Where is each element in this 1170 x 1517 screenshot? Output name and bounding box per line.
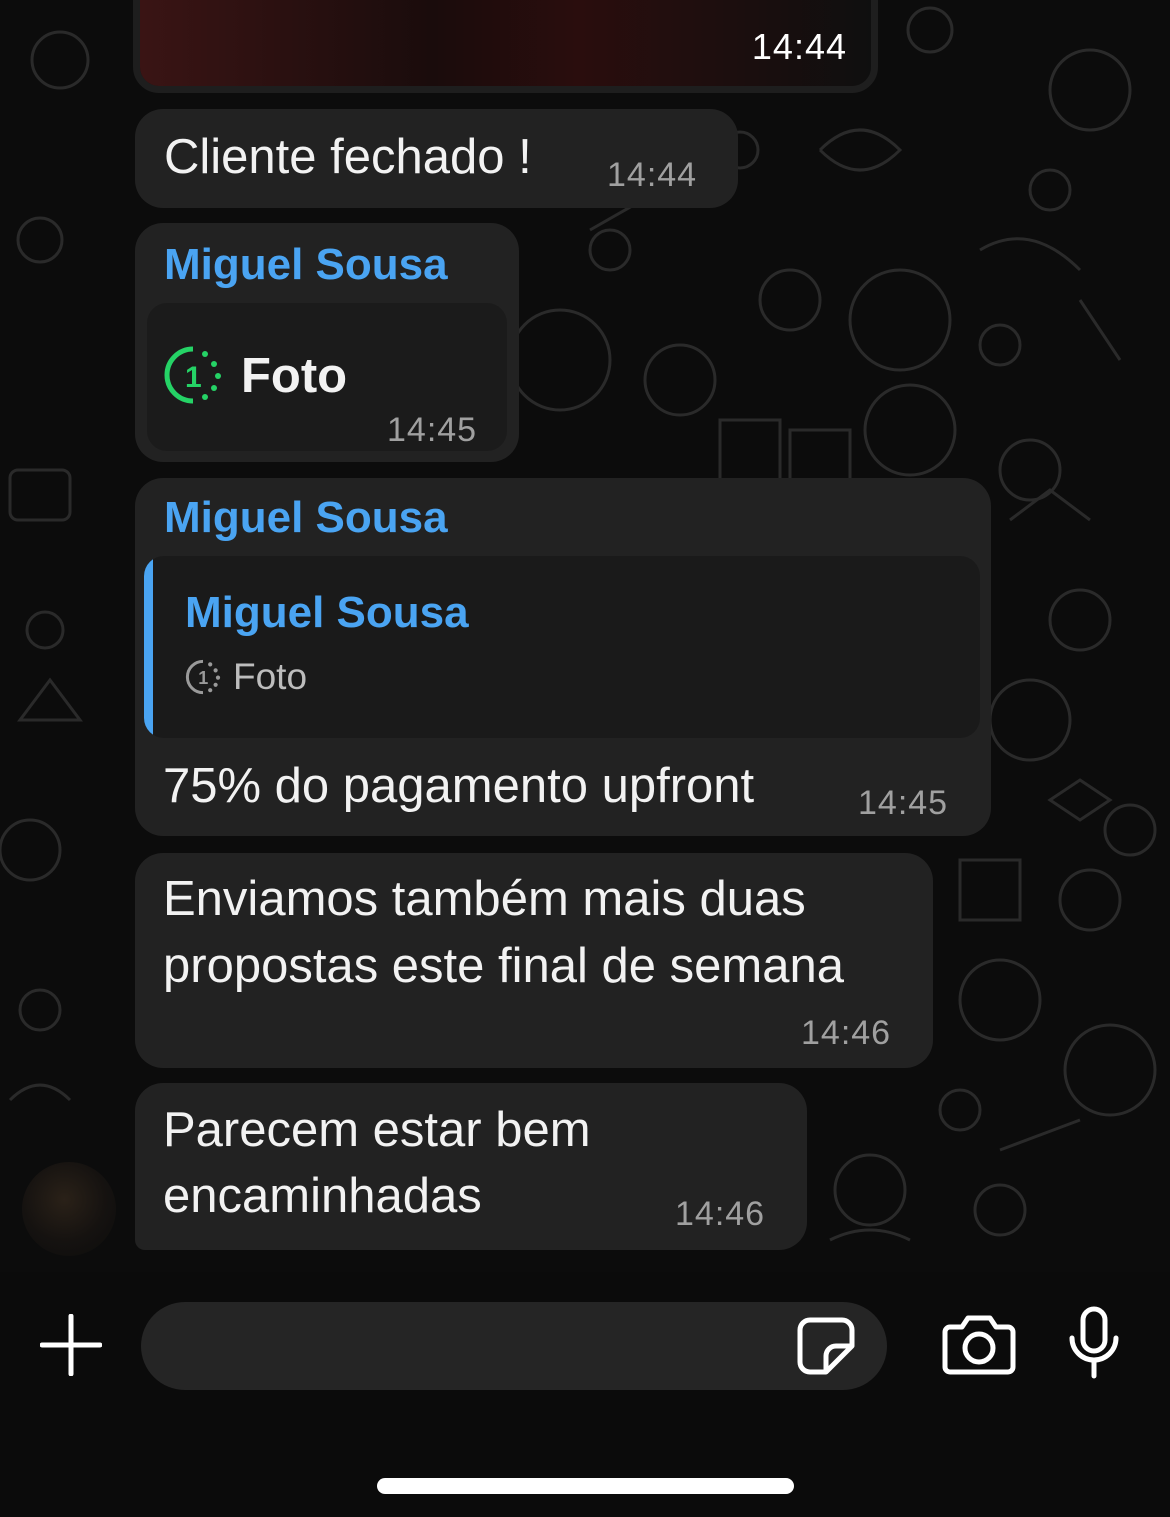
quote-accent-bar xyxy=(144,556,153,738)
message-bubble[interactable]: Miguel Sousa 1 Foto 14:45 xyxy=(135,223,519,462)
message-time: 14:45 xyxy=(858,784,949,822)
sender-avatar[interactable] xyxy=(22,1162,116,1256)
message-text-line: Enviamos também mais duas xyxy=(163,872,806,926)
view-once-photo[interactable]: 1 Foto 14:45 xyxy=(147,303,507,451)
message-time: 14:46 xyxy=(801,1014,892,1052)
plus-icon[interactable] xyxy=(40,1314,102,1376)
sender-name[interactable]: Miguel Sousa xyxy=(164,240,448,290)
message-text: 75% do pagamento upfront xyxy=(163,759,755,813)
svg-text:1: 1 xyxy=(185,361,202,394)
view-once-icon: 1 xyxy=(185,659,221,695)
message-time: 14:46 xyxy=(675,1195,766,1233)
quoted-sender-name: Miguel Sousa xyxy=(185,588,469,637)
message-text: Cliente fechado ! xyxy=(164,130,532,184)
message-time: 14:45 xyxy=(387,411,478,449)
message-time: 14:44 xyxy=(607,156,698,194)
chat-area[interactable]: 14:44 Cliente fechado ! 14:44 Miguel Sou… xyxy=(0,0,1170,1272)
home-indicator[interactable] xyxy=(377,1478,794,1494)
photo-label: Foto xyxy=(241,349,348,403)
svg-text:1: 1 xyxy=(198,668,208,688)
quoted-message[interactable]: Miguel Sousa 1 Foto xyxy=(144,556,980,738)
message-bubble[interactable]: Parecem estar bem encaminhadas 14:46 xyxy=(135,1083,807,1250)
message-text-line: encaminhadas xyxy=(163,1169,482,1223)
microphone-icon[interactable] xyxy=(1066,1306,1122,1380)
quoted-photo-label: Foto xyxy=(233,656,308,697)
message-time: 14:44 xyxy=(751,26,847,67)
view-once-icon: 1 xyxy=(164,346,221,404)
image-message[interactable]: 14:44 xyxy=(133,0,878,93)
message-bubble[interactable]: Cliente fechado ! 14:44 xyxy=(135,109,738,208)
message-bubble[interactable]: Miguel Sousa Miguel Sousa 1 Foto 75% do … xyxy=(135,478,991,836)
message-input[interactable] xyxy=(141,1302,887,1390)
sticker-icon[interactable] xyxy=(796,1316,856,1376)
sender-name[interactable]: Miguel Sousa xyxy=(164,493,448,543)
camera-icon[interactable] xyxy=(942,1313,1016,1375)
message-bubble[interactable]: Enviamos também mais duas propostas este… xyxy=(135,853,933,1068)
message-text-line: Parecem estar bem xyxy=(163,1103,591,1157)
message-text-line: propostas este final de semana xyxy=(163,939,844,993)
